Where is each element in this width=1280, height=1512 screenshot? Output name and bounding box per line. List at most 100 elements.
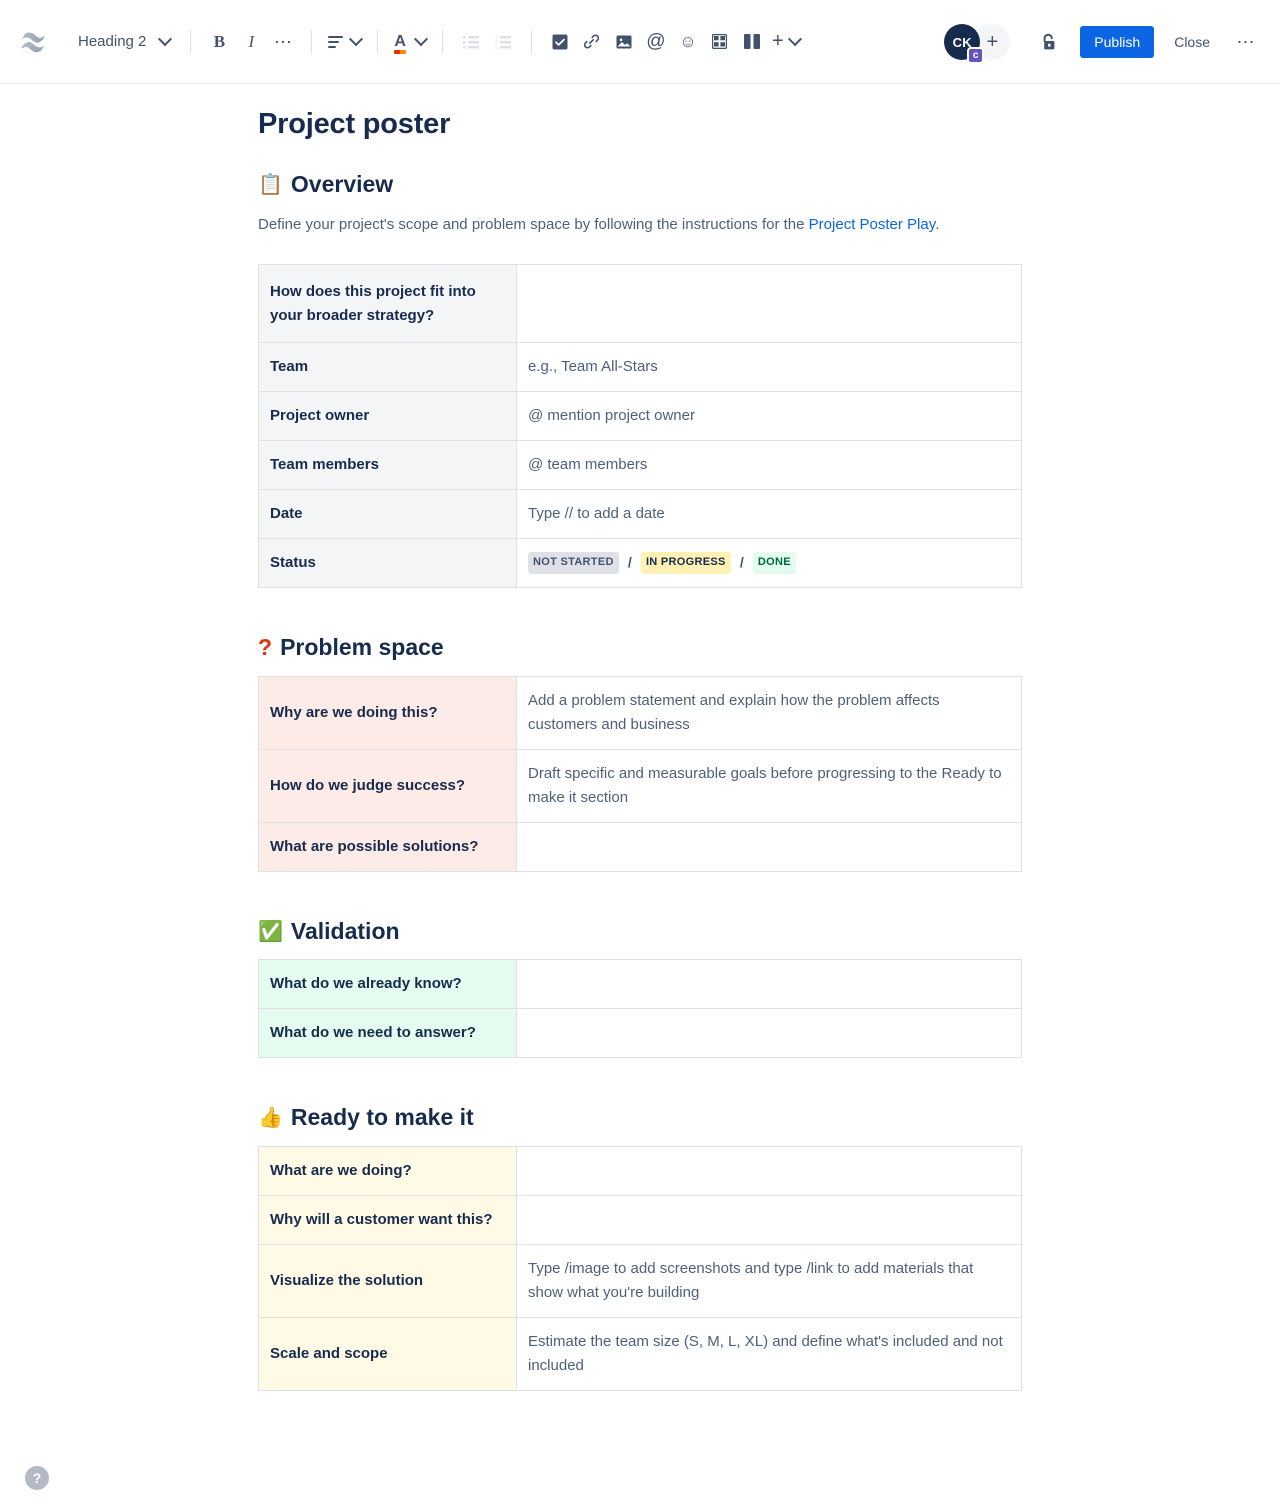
text-style-value: Heading 2 bbox=[78, 33, 147, 50]
row-value[interactable]: Draft specific and measurable goals befo… bbox=[516, 748, 1022, 823]
more-formatting-button[interactable]: ⋯ bbox=[267, 26, 299, 58]
table-row[interactable]: Date Type // to add a date bbox=[258, 489, 1022, 540]
image-button[interactable] bbox=[608, 26, 640, 58]
section-heading-overview: 📋 Overview bbox=[258, 171, 1022, 199]
numbered-list-button[interactable]: 1 2 3 bbox=[487, 26, 519, 58]
text-align-button[interactable] bbox=[324, 26, 365, 58]
bold-button[interactable]: B bbox=[203, 26, 235, 58]
status-separator: / bbox=[739, 554, 744, 571]
layout-button[interactable] bbox=[736, 26, 768, 58]
link-button[interactable] bbox=[576, 26, 608, 58]
check-mark-icon: ✅ bbox=[258, 920, 283, 943]
table-row[interactable]: Project owner @ mention project owner bbox=[258, 391, 1022, 442]
status-cell[interactable]: NOT STARTED / IN PROGRESS / DONE bbox=[516, 538, 1022, 589]
page-title[interactable]: Project poster bbox=[258, 108, 1022, 141]
chevron-down-icon bbox=[349, 31, 364, 46]
row-value[interactable]: Type /image to add screenshots and type … bbox=[516, 1243, 1022, 1318]
row-value[interactable]: @ team members bbox=[516, 440, 1022, 491]
row-value[interactable]: Type // to add a date bbox=[516, 489, 1022, 540]
plus-icon: + bbox=[771, 30, 784, 52]
table-row[interactable]: Why will a customer want this? bbox=[258, 1194, 1022, 1245]
row-label: Status bbox=[258, 538, 517, 589]
table-row[interactable]: Status NOT STARTED / IN PROGRESS / DONE bbox=[258, 538, 1022, 589]
row-value[interactable] bbox=[516, 1008, 1022, 1059]
clipboard-icon: 📋 bbox=[258, 174, 283, 197]
task-list-button[interactable] bbox=[544, 26, 576, 58]
table-row[interactable]: Team members @ team members bbox=[258, 440, 1022, 491]
toolbar-divider bbox=[441, 29, 443, 54]
row-value[interactable] bbox=[516, 1145, 1022, 1196]
mention-icon: @ bbox=[646, 30, 666, 52]
toolbar-divider bbox=[530, 29, 532, 54]
table-row[interactable]: Team e.g., Team All-Stars bbox=[258, 342, 1022, 393]
chevron-down-icon bbox=[158, 31, 173, 46]
section-heading-ready-to-make-it: 👍 Ready to make it bbox=[258, 1104, 1022, 1132]
italic-button[interactable]: I bbox=[235, 26, 267, 58]
text-style-select[interactable]: Heading 2 bbox=[70, 29, 178, 54]
row-value[interactable]: Add a problem statement and explain how … bbox=[516, 675, 1022, 750]
overview-table: How does this project fit into your broa… bbox=[258, 264, 1022, 589]
row-label: Team bbox=[258, 342, 517, 393]
status-badge-not-started[interactable]: NOT STARTED bbox=[528, 552, 619, 575]
table-row[interactable]: What do we already know? bbox=[258, 959, 1022, 1010]
row-value[interactable] bbox=[516, 1194, 1022, 1245]
more-options-button[interactable]: ⋯ bbox=[1230, 26, 1262, 58]
avatar-badge: c bbox=[967, 47, 985, 64]
collaborators: CK c + bbox=[944, 24, 1011, 64]
status-separator: / bbox=[627, 554, 632, 571]
thumbs-up-icon: 👍 bbox=[258, 1107, 283, 1130]
table-row[interactable]: Why are we doing this? Add a problem sta… bbox=[258, 675, 1022, 750]
svg-text:3: 3 bbox=[495, 45, 498, 49]
row-label: What do we already know? bbox=[258, 959, 517, 1010]
toolbar-divider bbox=[377, 29, 379, 54]
italic-label: I bbox=[248, 31, 255, 51]
table-button[interactable] bbox=[704, 26, 736, 58]
table-row[interactable]: What are possible solutions? bbox=[258, 821, 1022, 872]
row-value[interactable] bbox=[516, 264, 1022, 344]
row-value[interactable] bbox=[516, 959, 1022, 1010]
toolbar-right-actions: CK c + Publish Close ⋯ bbox=[944, 0, 1262, 84]
table-row[interactable]: How does this project fit into your broa… bbox=[258, 264, 1022, 344]
section-heading-label: Ready to make it bbox=[290, 1104, 474, 1131]
layout-columns-icon bbox=[743, 34, 760, 49]
ellipsis-icon: ⋯ bbox=[1236, 32, 1256, 52]
ellipsis-icon: ⋯ bbox=[273, 31, 293, 52]
problem-space-table: Why are we doing this? Add a problem sta… bbox=[258, 675, 1022, 872]
bullet-list-icon bbox=[462, 35, 479, 48]
help-button[interactable]: ? bbox=[25, 1466, 49, 1490]
mention-button[interactable]: @ bbox=[640, 26, 672, 58]
help-icon: ? bbox=[32, 1470, 42, 1486]
confluence-logo bbox=[18, 27, 48, 57]
table-row[interactable]: How do we judge success? Draft specific … bbox=[258, 748, 1022, 823]
row-value[interactable]: e.g., Team All-Stars bbox=[516, 342, 1022, 393]
close-button[interactable]: Close bbox=[1162, 26, 1222, 58]
section-heading-problem-space: ? Problem space bbox=[258, 634, 1022, 662]
project-poster-play-link[interactable]: Project Poster Play bbox=[809, 216, 935, 233]
emoji-icon: ☺ bbox=[679, 31, 697, 51]
table-row[interactable]: Visualize the solution Type /image to ad… bbox=[258, 1243, 1022, 1318]
insert-more-button[interactable]: + bbox=[768, 26, 804, 58]
table-row[interactable]: What do we need to answer? bbox=[258, 1008, 1022, 1059]
text-color-button[interactable]: A bbox=[390, 26, 430, 58]
bullet-list-button[interactable] bbox=[455, 26, 487, 58]
table-row[interactable]: What are we doing? bbox=[258, 1145, 1022, 1196]
row-value[interactable]: Estimate the team size (S, M, L, XL) and… bbox=[516, 1316, 1022, 1391]
emoji-button[interactable]: ☺ bbox=[672, 26, 704, 58]
table-row[interactable]: Scale and scope Estimate the team size (… bbox=[258, 1316, 1022, 1391]
restrictions-button[interactable] bbox=[1032, 25, 1066, 59]
publish-button[interactable]: Publish bbox=[1080, 26, 1155, 58]
row-label: What are we doing? bbox=[258, 1145, 517, 1196]
toolbar-divider bbox=[311, 29, 313, 54]
status-badge-in-progress[interactable]: IN PROGRESS bbox=[640, 552, 731, 575]
validation-table: What do we already know? What do we need… bbox=[258, 959, 1022, 1059]
row-value[interactable] bbox=[516, 821, 1022, 872]
row-label: Project owner bbox=[258, 391, 517, 442]
row-label: Team members bbox=[258, 440, 517, 491]
row-label: How do we judge success? bbox=[258, 748, 517, 823]
status-badge-done[interactable]: DONE bbox=[752, 552, 796, 575]
row-label: Visualize the solution bbox=[258, 1243, 517, 1318]
row-value[interactable]: @ mention project owner bbox=[516, 391, 1022, 442]
unlocked-padlock-icon bbox=[1043, 33, 1055, 49]
toolbar-group-formatting: B I ⋯ bbox=[203, 26, 299, 58]
avatar[interactable]: CK c bbox=[944, 24, 985, 64]
